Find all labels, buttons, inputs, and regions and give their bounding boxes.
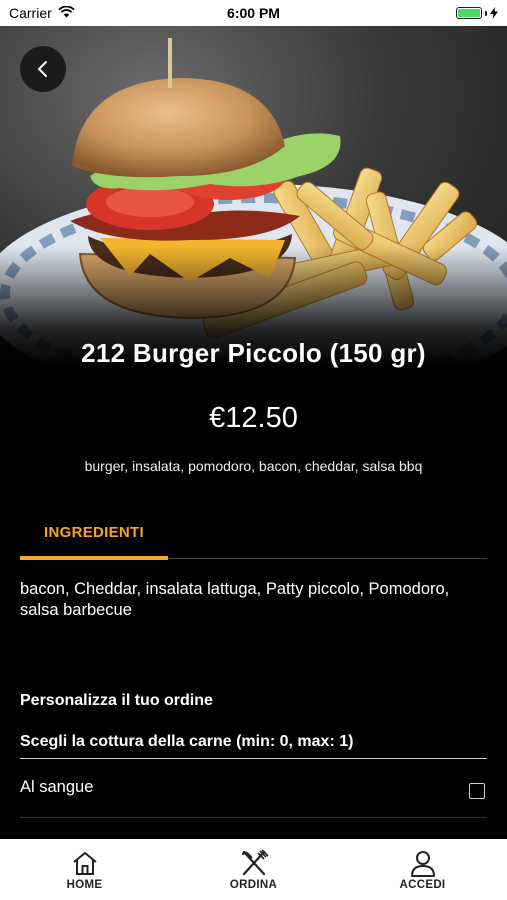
status-bar: Carrier 6:00 PM [0,0,507,26]
chevron-left-icon [38,61,47,77]
wifi-icon [58,5,75,21]
user-icon [409,849,437,877]
charging-icon [490,7,498,19]
product-title: 212 Burger Piccolo (150 gr) [81,338,426,368]
product-price: €12.50 [209,402,298,434]
option-group-title: Scegli la cottura della carne (min: 0, m… [20,733,487,759]
option-checkbox[interactable] [469,783,485,799]
carrier-label: Carrier [9,5,52,21]
ingredients-text: bacon, Cheddar, insalata lattuga, Patty … [20,580,450,619]
nav-label-ordina: ORDINA [229,878,278,891]
option-row-al-sangue[interactable]: Al sangue [20,778,487,818]
tab-bar: INGREDIENTI [20,516,487,560]
nav-item-ordina[interactable]: ORDINA [194,848,314,891]
bottom-nav: HOME ORDINA ACCEDI [0,839,507,900]
nav-item-accedi[interactable]: ACCEDI [363,849,483,891]
option-label: Al sangue [20,778,94,796]
nav-label-home: HOME [66,878,103,891]
status-left: Carrier [9,5,75,21]
battery-icon [456,7,498,19]
tab-ingredienti[interactable]: INGREDIENTI [20,516,168,559]
home-icon [71,849,99,877]
product-description: burger, insalata, pomodoro, bacon, chedd… [84,458,423,474]
status-time: 6:00 PM [227,5,280,21]
product-image [0,26,507,366]
customize-title: Personalizza il tuo ordine [20,692,213,709]
nav-label-accedi: ACCEDI [399,878,446,891]
back-button[interactable] [20,46,66,92]
tab-active-indicator [20,556,168,560]
fork-knife-icon [239,848,269,877]
nav-item-home[interactable]: HOME [25,849,145,891]
